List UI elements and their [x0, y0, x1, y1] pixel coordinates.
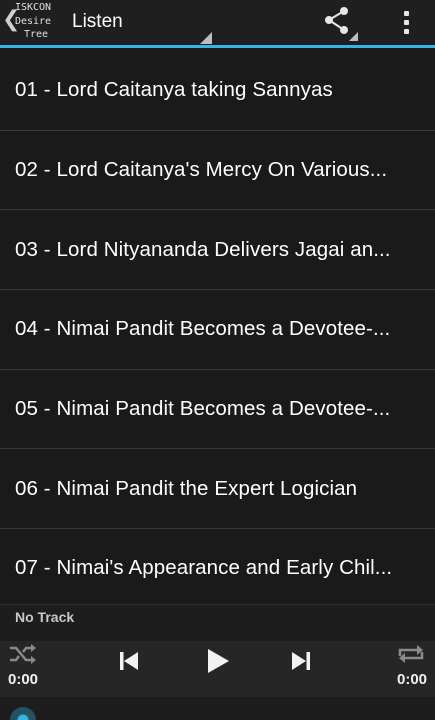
track-title: 03 - Lord Nityananda Delivers Jagai an..… [15, 237, 391, 261]
share-dropdown-indicator-icon [349, 32, 358, 41]
track-list-item[interactable]: 04 - Nimai Pandit Becomes a Devotee-... [0, 290, 435, 370]
total-duration: 0:00 [397, 671, 428, 688]
spinner-dropdown-indicator-icon [200, 32, 212, 44]
elapsed-time: 0:00 [8, 671, 39, 688]
shuffle-icon [10, 644, 36, 664]
track-title: 05 - Nimai Pandit Becomes a Devotee-... [15, 397, 391, 421]
shuffle-button[interactable] [8, 643, 42, 667]
track-list-item[interactable]: 06 - Nimai Pandit the Expert Logician [0, 449, 435, 530]
repeat-button[interactable] [396, 643, 430, 667]
track-title: 02 - Lord Caitanya's Mercy On Various... [15, 158, 388, 182]
track-title: 06 - Nimai Pandit the Expert Logician [15, 476, 358, 500]
share-button[interactable] [316, 0, 362, 46]
track-list-item[interactable]: 02 - Lord Caitanya's Mercy On Various... [0, 131, 435, 211]
track-list-item[interactable]: 07 - Nimai's Appearance and Early Chil..… [0, 529, 435, 604]
now-playing-title: No Track [15, 609, 75, 625]
navigation-spinner[interactable]: Listen [62, 0, 214, 46]
track-list-item[interactable]: 01 - Lord Caitanya taking Sannyas [0, 51, 435, 131]
overflow-menu-icon-dot [404, 20, 409, 25]
track-list-item[interactable]: 05 - Nimai Pandit Becomes a Devotee-... [0, 370, 435, 450]
overflow-menu-icon-dot [404, 29, 409, 34]
iskcon-desire-tree-logo: ISKCON Desire Tree [14, 2, 52, 40]
track-title: 07 - Nimai's Appearance and Early Chil..… [15, 556, 393, 580]
track-list[interactable]: 01 - Lord Caitanya taking Sannyas 02 - L… [0, 51, 435, 604]
skip-previous-button[interactable] [118, 649, 148, 675]
overflow-menu-button[interactable] [388, 0, 426, 46]
app-home-up-button[interactable]: ❮ ISKCON Desire Tree [0, 0, 62, 46]
share-icon [325, 7, 348, 34]
overflow-menu-icon [404, 11, 409, 16]
action-bar: ❮ ISKCON Desire Tree Listen [0, 0, 435, 48]
skip-next-icon [292, 652, 310, 670]
track-list-item[interactable]: 03 - Lord Nityananda Delivers Jagai an..… [0, 210, 435, 291]
spinner-label: Listen [72, 11, 123, 32]
track-title: 04 - Nimai Pandit Becomes a Devotee-... [15, 317, 391, 341]
play-icon [208, 649, 229, 673]
skip-next-button[interactable] [290, 649, 320, 675]
skip-previous-icon [120, 652, 138, 670]
audio-player: No Track 0:00 0:00 [0, 604, 435, 720]
track-title: 01 - Lord Caitanya taking Sannyas [15, 78, 333, 102]
seek-bar[interactable] [0, 705, 435, 720]
play-button[interactable] [201, 645, 235, 679]
repeat-icon [398, 645, 424, 663]
